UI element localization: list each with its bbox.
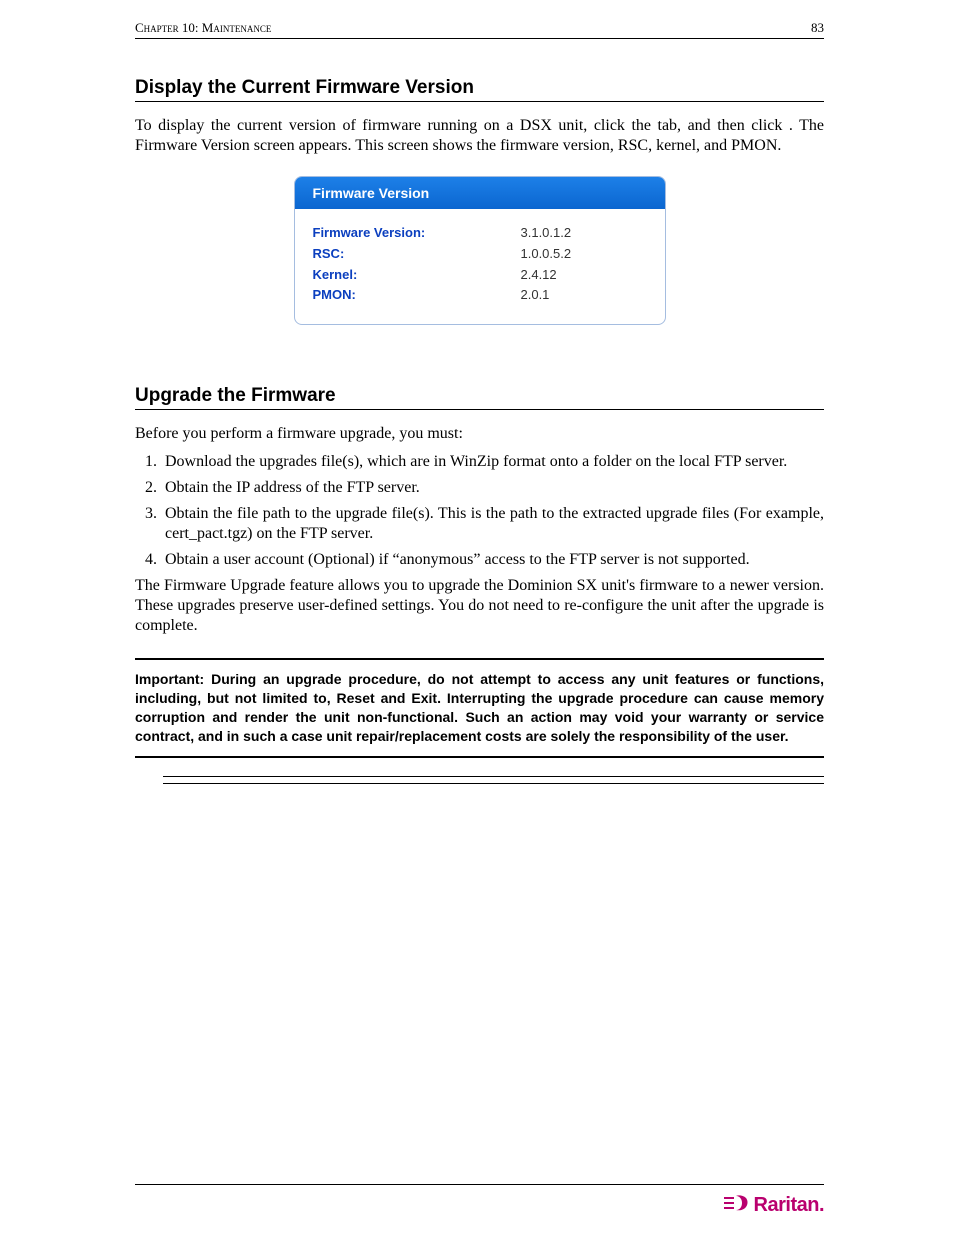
- brand-text: Raritan.: [754, 1194, 824, 1217]
- list-item: Download the upgrades file(s), which are…: [161, 452, 824, 472]
- page-header: Chapter 10: Maintenance 83: [135, 20, 824, 39]
- brand-logo: Raritan.: [724, 1194, 824, 1217]
- page: Chapter 10: Maintenance 83 Display the C…: [0, 0, 954, 1235]
- firmware-value: 1.0.0.5.2: [521, 244, 572, 265]
- firmware-label: PMON:: [313, 285, 521, 306]
- firmware-label: Kernel:: [313, 265, 521, 286]
- horizontal-rule: [163, 783, 824, 784]
- upgrade-intro: Before you perform a firmware upgrade, y…: [135, 424, 824, 444]
- raritan-icon: [724, 1194, 750, 1217]
- footer-rule: [135, 1184, 824, 1185]
- upgrade-steps-list: Download the upgrades file(s), which are…: [135, 452, 824, 570]
- section-title-upgrade-firmware: Upgrade the Firmware: [135, 385, 824, 410]
- firmware-row: Firmware Version: 3.1.0.1.2: [313, 223, 647, 244]
- firmware-card-body: Firmware Version: 3.1.0.1.2 RSC: 1.0.0.5…: [295, 209, 665, 324]
- firmware-label: Firmware Version:: [313, 223, 521, 244]
- firmware-row: Kernel: 2.4.12: [313, 265, 647, 286]
- firmware-row: PMON: 2.0.1: [313, 285, 647, 306]
- firmware-value: 3.1.0.1.2: [521, 223, 572, 244]
- chapter-label: Chapter 10: Maintenance: [135, 20, 271, 36]
- page-number: 83: [811, 20, 824, 36]
- important-note: Important: During an upgrade procedure, …: [135, 658, 824, 758]
- list-item: Obtain the file path to the upgrade file…: [161, 504, 824, 544]
- firmware-value: 2.0.1: [521, 285, 550, 306]
- horizontal-rule: [163, 776, 824, 783]
- section-title-display-firmware: Display the Current Firmware Version: [135, 77, 824, 102]
- upgrade-after-paragraph: The Firmware Upgrade feature allows you …: [135, 576, 824, 636]
- firmware-card-header: Firmware Version: [295, 177, 665, 209]
- firmware-label: RSC:: [313, 244, 521, 265]
- firmware-version-card: Firmware Version Firmware Version: 3.1.0…: [294, 176, 666, 325]
- display-firmware-paragraph: To display the current version of firmwa…: [135, 116, 824, 156]
- list-item: Obtain the IP address of the FTP server.: [161, 478, 824, 498]
- list-item: Obtain a user account (Optional) if “ano…: [161, 550, 824, 570]
- firmware-value: 2.4.12: [521, 265, 557, 286]
- firmware-row: RSC: 1.0.0.5.2: [313, 244, 647, 265]
